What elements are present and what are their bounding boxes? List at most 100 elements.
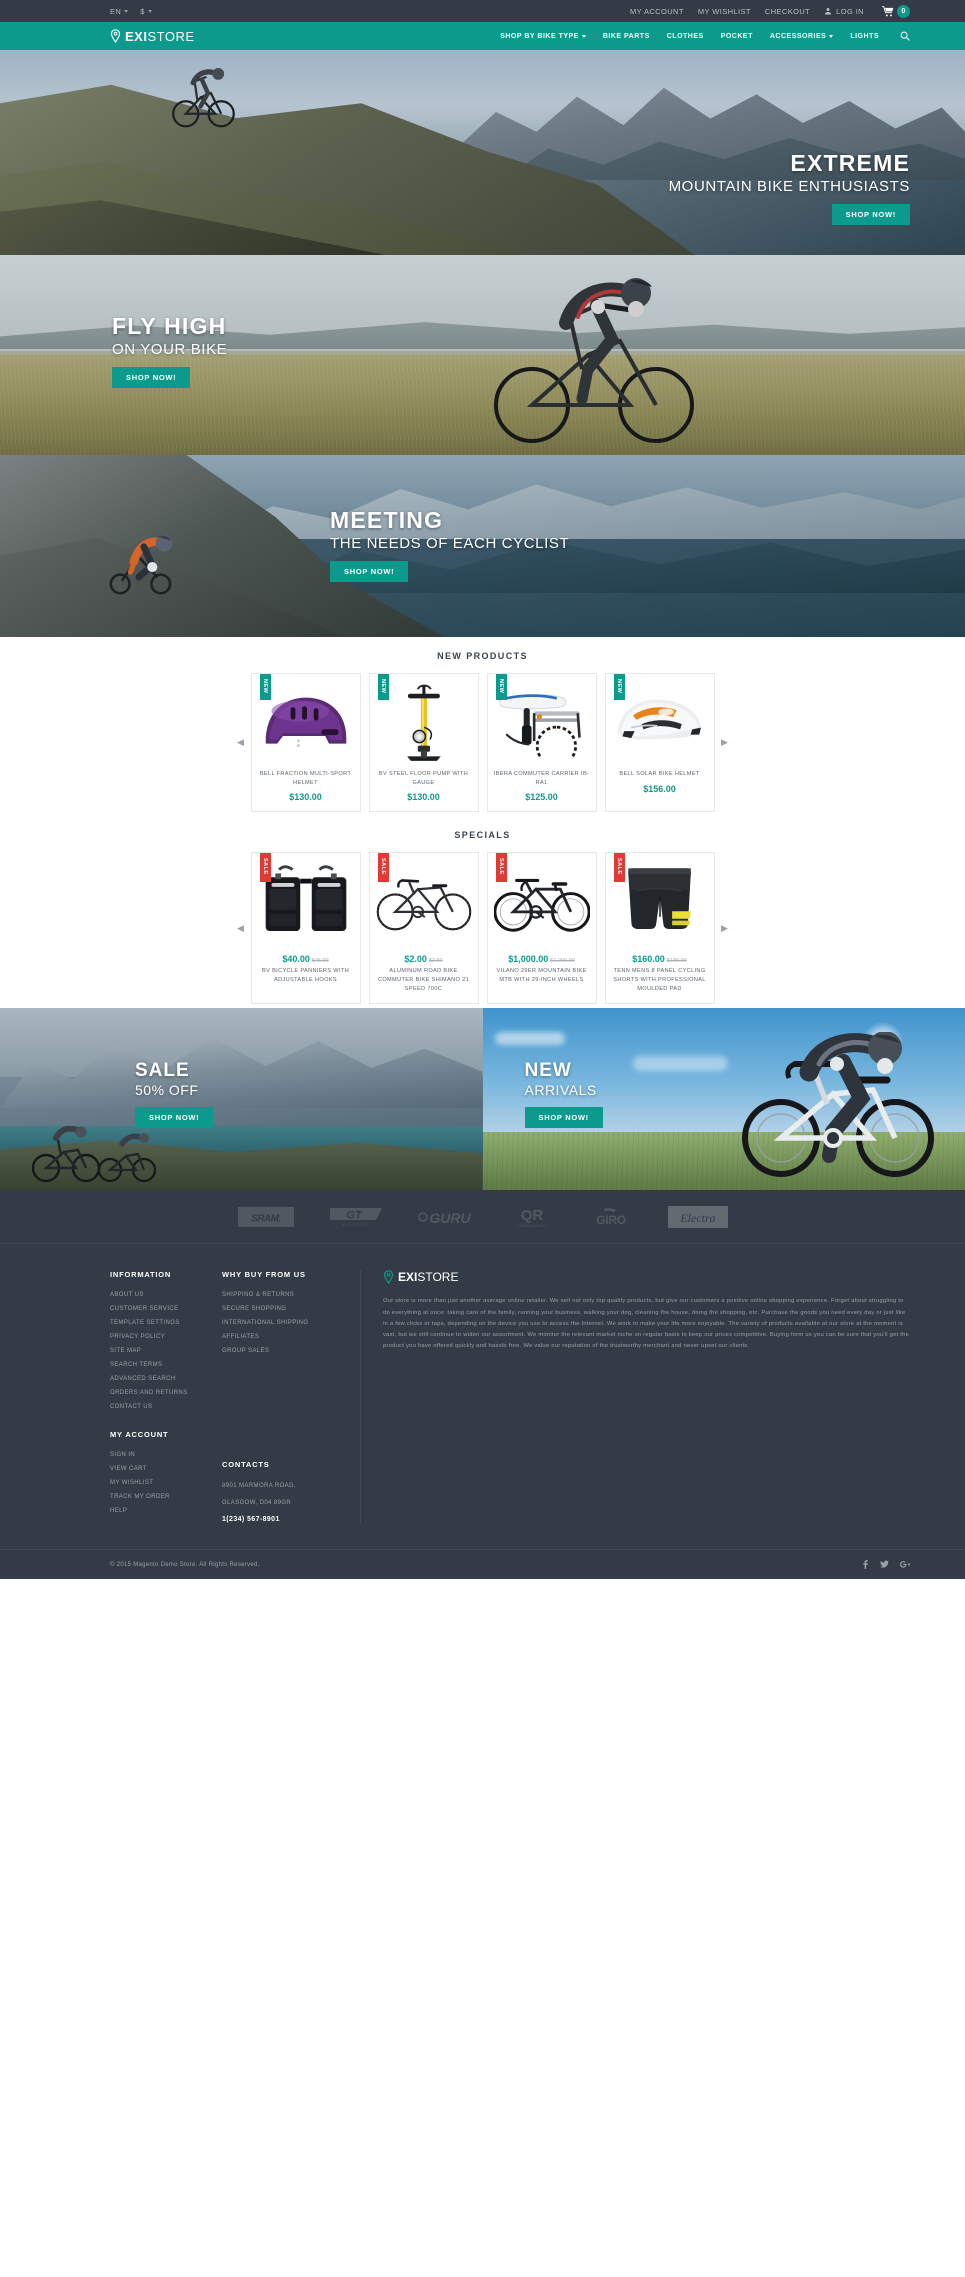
footer-link-customer-service[interactable]: CUSTOMER SERVICE <box>110 1306 222 1312</box>
promo-banner-sale[interactable]: SALE 50% OFF SHOP NOW! <box>0 1008 483 1191</box>
facebook-icon[interactable] <box>861 1560 869 1570</box>
twitter-icon[interactable] <box>880 1560 889 1569</box>
nav-accessories[interactable]: ACCESSORIES <box>770 33 834 40</box>
shop-now-button[interactable]: SHOP NOW! <box>831 204 910 225</box>
footer-link-site-map[interactable]: SITE MAP <box>110 1348 222 1354</box>
brand-logo-gt[interactable]: GT BICYCLES <box>328 1206 384 1228</box>
brand-logo-quintana-roo[interactable]: QR QUINTANA ROO <box>510 1205 554 1229</box>
brand-logo-guru[interactable]: GURU <box>417 1207 476 1227</box>
footer-about-block: EXISTORE Our store is more than just ano… <box>360 1270 910 1524</box>
footer-about-text: Our store is more than just another aver… <box>383 1298 910 1350</box>
locale-selectors: EN $ <box>110 7 152 16</box>
svg-text:Electra: Electra <box>679 1211 715 1225</box>
product-card[interactable]: NEW BELL SOLAR BIKE HELMET $156.00 <box>604 673 715 813</box>
carousel-prev-arrow[interactable]: ◀ <box>231 737 251 748</box>
promo-subheading: 50% OFF <box>135 1082 199 1099</box>
road-bike-icon <box>376 879 471 931</box>
link-my-account[interactable]: MY ACCOUNT <box>630 7 684 16</box>
carousel-prev-arrow[interactable]: ◀ <box>231 923 251 934</box>
logo-bold: EXI <box>125 28 148 44</box>
footer-link-affiliates[interactable]: AFFILIATES <box>222 1334 354 1340</box>
footer-link-secure-shopping[interactable]: SECURE SHOPPING <box>222 1306 354 1312</box>
footer-link-track-my-order[interactable]: TRACK MY ORDER <box>110 1494 222 1500</box>
electra-logo-icon: Electra <box>667 1205 728 1228</box>
site-logo[interactable]: EXISTORE <box>110 29 195 44</box>
brand-logo-giro[interactable]: GIRO <box>588 1207 634 1227</box>
shop-now-button[interactable]: SHOP NOW! <box>112 367 191 388</box>
cyclist-illustration <box>494 278 694 443</box>
user-icon <box>825 8 832 15</box>
brand-logos-bar: SRAM. GT BICYCLES GURU QR QUINTANA ROO G… <box>0 1190 965 1245</box>
contact-address-line-2: GLASGOW, D04 89GR <box>222 1500 292 1507</box>
search-button[interactable] <box>900 31 910 41</box>
nav-clothes[interactable]: CLOTHES <box>667 33 704 40</box>
link-my-wishlist[interactable]: MY WISHLIST <box>698 7 751 16</box>
login-button[interactable]: LOG IN <box>824 7 864 16</box>
slide-heading: FLY HIGH <box>112 313 227 339</box>
product-card[interactable]: SALE <box>486 852 597 1005</box>
giro-logo-icon: GIRO <box>596 1207 626 1227</box>
section-title: NEW PRODUCTS <box>437 651 528 661</box>
link-checkout[interactable]: CHECKOUT <box>765 7 810 16</box>
product-card[interactable]: SALE $160.00 $180.00 TENN MENS 8 PANEL CY… <box>604 852 715 1005</box>
new-products-carousel: ◀ NEW BELL FRACTION MULTI-SPORT HELMET $… <box>0 673 965 813</box>
footer-link-template-settings[interactable]: TEMPLATE SETTINGS <box>110 1320 222 1326</box>
nav-shop-by-bike-type[interactable]: SHOP BY BIKE TYPE <box>500 33 586 40</box>
sale-badge: SALE <box>377 853 389 882</box>
footer-link-orders-and-returns[interactable]: ORDERS AND RETURNS <box>110 1390 222 1396</box>
promo-heading: SALE <box>135 1060 190 1082</box>
top-bar: EN $ MY ACCOUNT MY WISHLIST CHECKOUT LOG… <box>0 0 965 22</box>
cart-button[interactable]: 0 <box>882 4 910 18</box>
footer-link-contact-us[interactable]: CONTACT US <box>110 1404 222 1410</box>
footer-link-international-shipping[interactable]: INTERNATIONAL SHIPPING <box>222 1320 354 1326</box>
brand-logo-sram[interactable]: SRAM. <box>237 1206 294 1227</box>
product-name: BV BICYCLE PANNIERS WITH ADJUSTABLE HOOK… <box>262 968 349 983</box>
product-name: BV STEEL FLOOR PUMP WITH GAUGE <box>378 771 469 786</box>
footer-link-help[interactable]: HELP <box>110 1508 222 1514</box>
promo-banner-new-arrivals[interactable]: NEW ARRIVALS SHOP NOW! <box>482 1008 965 1191</box>
sram-logo-icon: SRAM. <box>237 1206 294 1227</box>
shop-now-button[interactable]: SHOP NOW! <box>330 561 409 582</box>
shop-now-button[interactable]: SHOP NOW! <box>135 1107 214 1129</box>
shop-now-button[interactable]: SHOP NOW! <box>524 1107 603 1129</box>
svg-text:SRAM.: SRAM. <box>251 1213 281 1224</box>
product-card[interactable]: SALE <box>250 852 361 1005</box>
footer-logo[interactable]: EXISTORE <box>383 1270 910 1285</box>
google-plus-icon[interactable] <box>900 1560 910 1569</box>
hero-slide-meeting: MEETING THE NEEDS OF EACH CYCLIST SHOP N… <box>0 455 965 637</box>
carousel-next-arrow[interactable]: ▶ <box>715 923 735 934</box>
currency-selector[interactable]: $ <box>140 7 152 16</box>
logo-light: STORE <box>147 28 195 44</box>
contact-phone[interactable]: 1(234) 567-8901 <box>222 1516 354 1523</box>
footer-link-shipping-returns[interactable]: SHIPPING & RETURNS <box>222 1292 354 1298</box>
cycling-shorts-icon <box>627 868 691 930</box>
nav-pocket[interactable]: POCKET <box>721 33 753 40</box>
language-selector[interactable]: EN <box>110 7 129 16</box>
footer-col-group-2: WHY BUY FROM US SHIPPING & RETURNS SECUR… <box>222 1270 354 1523</box>
product-card[interactable]: NEW BELL FRACTION MULTI-SPORT HELMET $13… <box>250 673 361 813</box>
product-name: VILANO 29ER MOUNTAIN BIKE MTB WITH 29-IN… <box>496 968 587 983</box>
footer-link-sign-in[interactable]: SIGN IN <box>110 1452 222 1458</box>
footer-link-privacy-policy[interactable]: PRIVACY POLICY <box>110 1334 222 1340</box>
product-card[interactable]: NEW BV STEEL FLOOR PUMP WITH GAUGE $130.… <box>368 673 479 813</box>
main-navigation: SHOP BY BIKE TYPE BIKE PARTS CLOTHES POC… <box>500 31 910 41</box>
carousel-next-arrow[interactable]: ▶ <box>715 737 735 748</box>
footer-link-about-us[interactable]: ABOUT US <box>110 1292 222 1298</box>
brand-logo-electra[interactable]: Electra <box>667 1205 728 1228</box>
product-card[interactable]: NEW IBERA COMMUTER CARRIER IB-RA1 $125.0… <box>486 673 597 813</box>
product-card[interactable]: SALE <box>368 852 479 1005</box>
old-price: $1,200.00 <box>550 958 575 965</box>
footer-link-advanced-search[interactable]: ADVANCED SEARCH <box>110 1376 222 1382</box>
downhill-rider-illustration <box>109 534 173 595</box>
nav-bike-parts[interactable]: BIKE PARTS <box>603 33 650 40</box>
footer-link-group-sales[interactable]: GROUP SALES <box>222 1348 354 1354</box>
nav-lights[interactable]: LIGHTS <box>850 33 879 40</box>
cyclists-illustration <box>31 1126 157 1183</box>
specials-carousel: ◀ SALE $40.00 $45.00 BV BICYCLE PANNIERS… <box>0 852 965 1005</box>
footer-link-my-wishlist[interactable]: MY WISHLIST <box>110 1480 222 1486</box>
map-pin-icon <box>383 1270 394 1285</box>
footer-link-view-cart[interactable]: VIEW CART <box>110 1466 222 1472</box>
helmet-purple-icon <box>265 698 346 748</box>
footer-link-search-terms[interactable]: SEARCH TERMS <box>110 1362 222 1368</box>
jumping-biker-illustration <box>742 1032 934 1178</box>
